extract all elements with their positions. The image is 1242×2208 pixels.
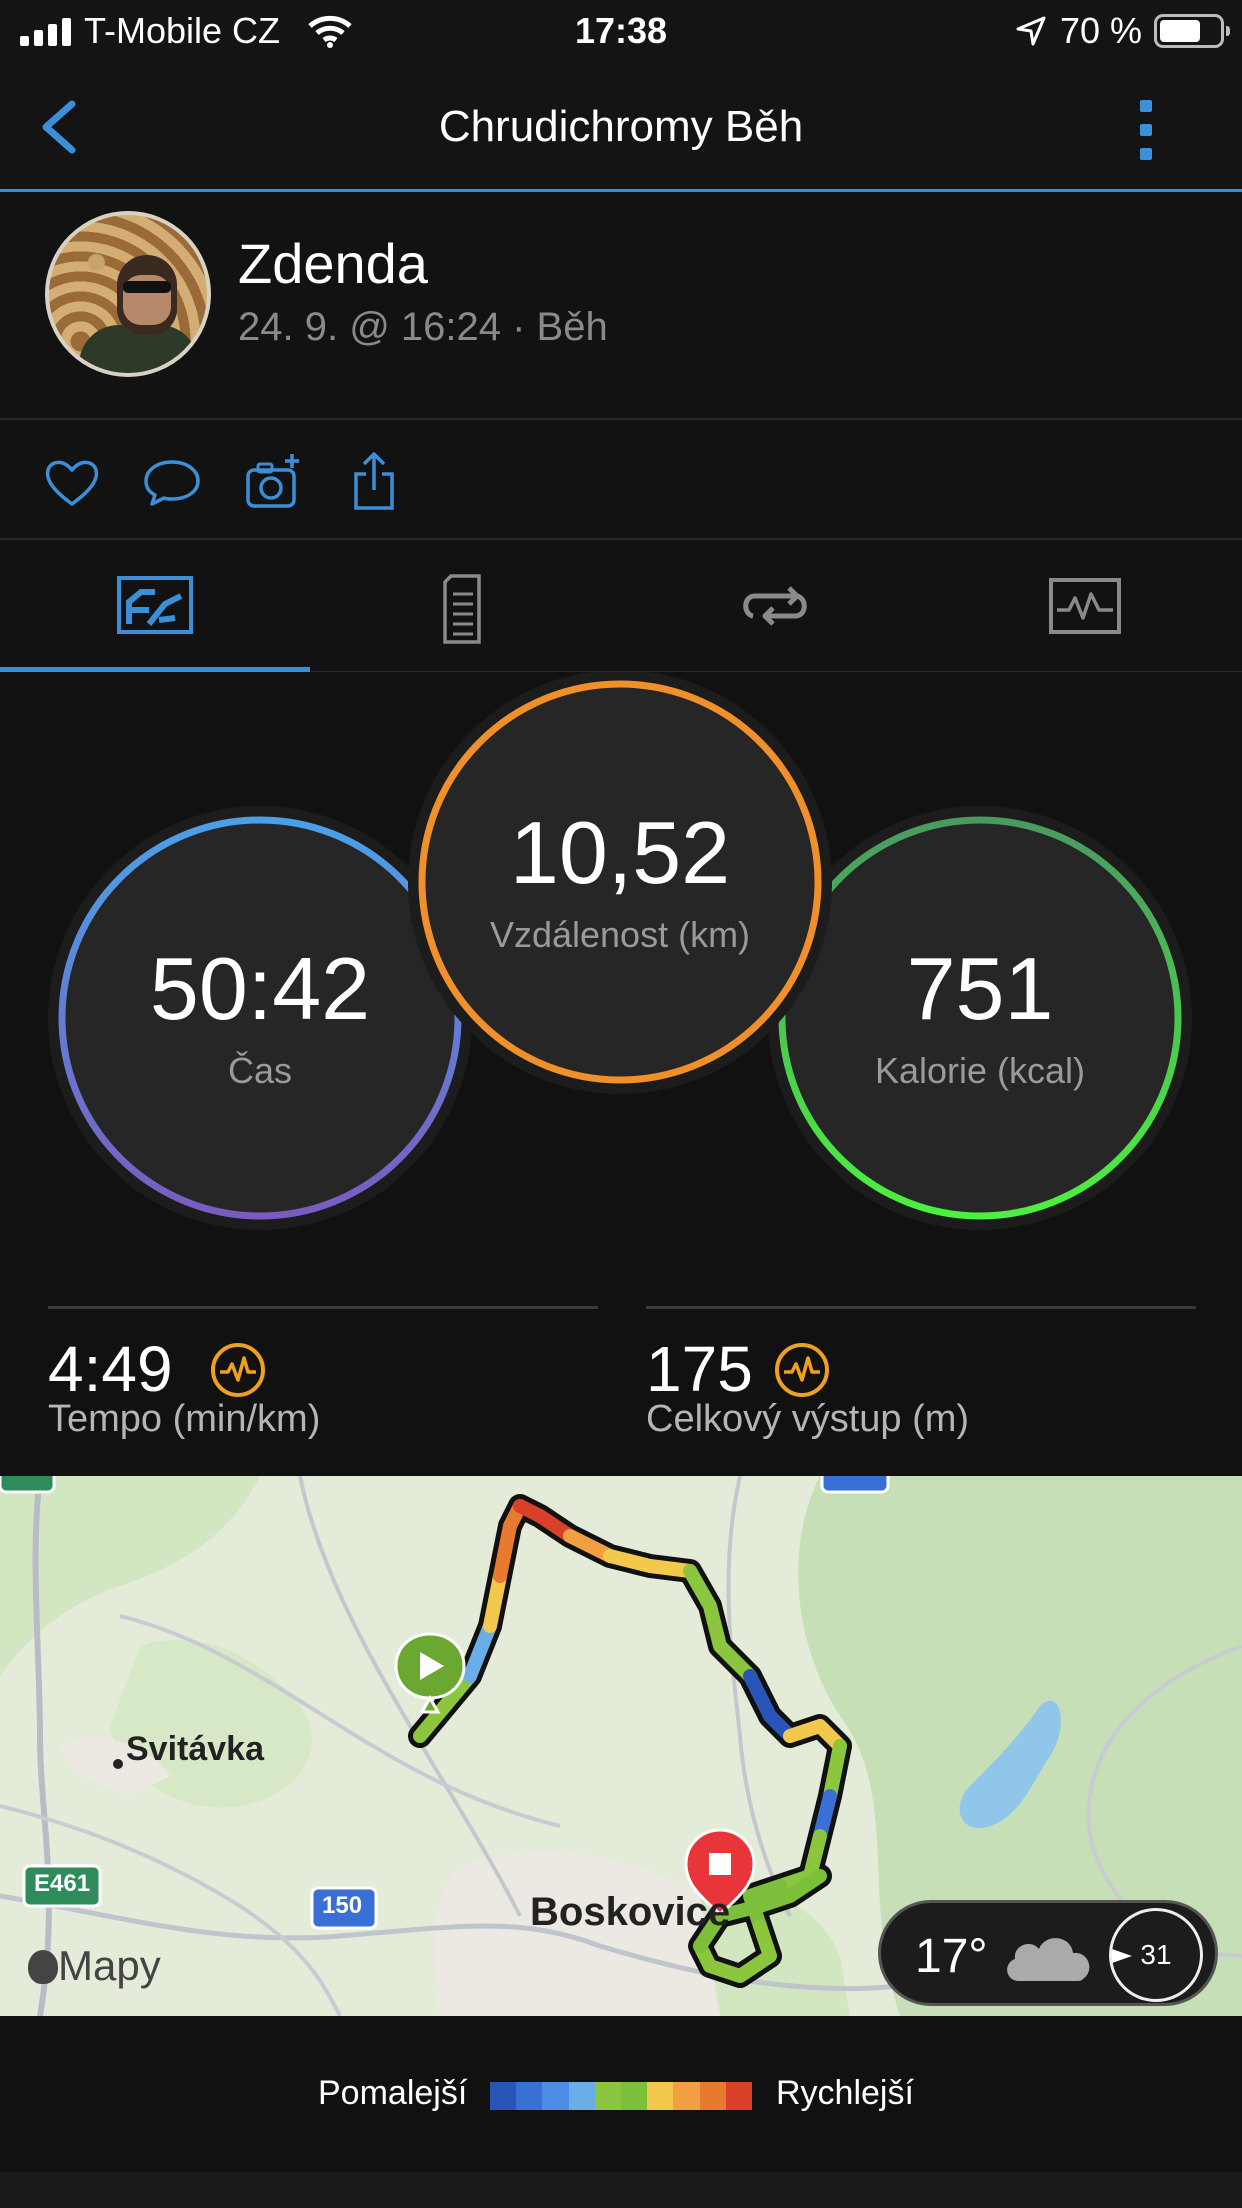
overview-stats-icon <box>117 576 193 634</box>
time-label: Čas <box>227 1050 293 1091</box>
legend-faster: Rychlejší <box>776 2074 914 2112</box>
action-bar <box>0 420 1242 540</box>
user-name[interactable]: Zdenda <box>238 231 428 296</box>
page-title: Chrudichromy Běh <box>438 102 804 151</box>
legend-color-swatch <box>594 2082 622 2110</box>
heart-rate-badge-icon[interactable] <box>210 1342 266 1398</box>
tab-overview[interactable] <box>0 540 310 672</box>
cloud-icon <box>1007 1938 1090 1981</box>
speed-legend: Pomalejší Rychlejší <box>0 2016 1242 2172</box>
wind-dial: 31 <box>1109 1908 1203 2002</box>
legend-slower: Pomalejší <box>318 2074 468 2112</box>
like-heart-icon[interactable] <box>40 450 104 514</box>
ascent-value: 175 <box>646 1333 753 1405</box>
distance-stat[interactable]: 10,52 Vzdálenost (km) <box>432 754 808 1010</box>
time-value: 50:42 <box>149 939 371 1038</box>
legend-color-swatch <box>621 2082 648 2110</box>
map-attribution: Mapy <box>28 1942 161 1990</box>
tab-details[interactable] <box>310 540 620 672</box>
battery-icon <box>1154 14 1230 48</box>
pace-label: Tempo (min/km) <box>48 1398 321 1440</box>
apple-logo-icon <box>28 1950 58 1984</box>
heart-rate-chart-icon <box>1049 578 1121 634</box>
calories-label: Kalorie (kcal) <box>874 1050 1086 1091</box>
distance-value: 10,52 <box>509 803 731 902</box>
ascent-label: Celkový výstup (m) <box>646 1398 970 1440</box>
pace-metric: 4:49 Tempo (min/km) <box>48 1306 598 1456</box>
add-photo-camera-icon[interactable] <box>242 450 306 514</box>
time-stat[interactable]: 50:42 Čas <box>72 890 448 1146</box>
legend-color-swatch <box>516 2082 543 2110</box>
activity-header: Zdenda 24. 9. @ 16:24 · Běh <box>0 195 1242 420</box>
more-options-icon[interactable] <box>1126 96 1166 166</box>
calories-value: 751 <box>906 939 1054 1038</box>
legend-color-swatch <box>725 2082 753 2110</box>
stats-section: 50:42 Čas 10,52 Vzdálenost (km) 751 Kalo… <box>0 672 1242 1476</box>
road-sign-e461: E461 <box>34 1870 91 1897</box>
map-label-svitavka: Svitávka <box>126 1730 264 1768</box>
heart-rate-badge-icon[interactable] <box>774 1342 830 1398</box>
wind-speed: 31 <box>1140 1939 1172 1970</box>
road-sign-150: 150 <box>322 1892 363 1919</box>
avatar[interactable] <box>45 211 211 377</box>
location-arrow-icon <box>1016 16 1046 46</box>
legend-color-swatch <box>490 2082 517 2110</box>
tab-charts[interactable] <box>930 540 1240 672</box>
share-icon[interactable] <box>342 450 406 514</box>
legend-color-swatch <box>647 2082 674 2110</box>
repeat-laps-icon <box>743 586 807 626</box>
weather-temperature: 17° <box>915 1930 988 1983</box>
document-list-icon <box>443 574 481 644</box>
tab-bar <box>0 540 1242 672</box>
status-bar: T-Mobile CZ 17:38 70 % <box>0 0 1242 62</box>
comment-bubble-icon[interactable] <box>140 450 204 514</box>
pace-value: 4:49 <box>48 1333 173 1405</box>
route-map[interactable]: Svitávka Boskovice E461 150 Mapy 17° 31 <box>0 1476 1242 2016</box>
battery-percent: 70 % <box>1060 10 1143 51</box>
ascent-metric: 175 Celkový výstup (m) <box>646 1306 1196 1456</box>
legend-color-swatch <box>673 2082 700 2110</box>
map-label-boskovice: Boskovice <box>530 1890 731 1934</box>
tab-laps[interactable] <box>620 540 930 672</box>
legend-color-swatch <box>568 2082 595 2110</box>
activity-meta: 24. 9. @ 16:24 · Běh <box>238 305 608 349</box>
nav-bar: Chrudichromy Běh <box>0 62 1242 192</box>
calories-stat[interactable]: 751 Kalorie (kcal) <box>792 890 1168 1146</box>
clock: 17:38 <box>574 10 668 51</box>
distance-label: Vzdálenost (km) <box>489 914 751 955</box>
weather-widget[interactable]: 17° 31 <box>878 1900 1218 2006</box>
bottom-strip <box>0 2172 1242 2208</box>
legend-color-swatch <box>699 2082 726 2110</box>
legend-color-scale <box>490 2082 753 2110</box>
legend-color-swatch <box>542 2082 569 2110</box>
